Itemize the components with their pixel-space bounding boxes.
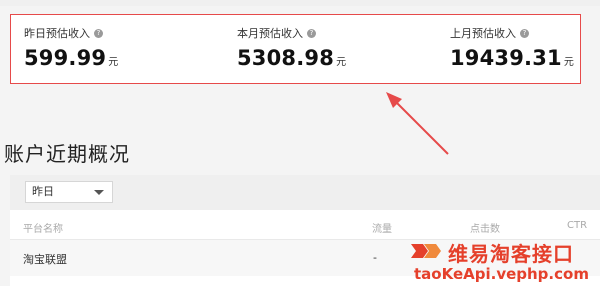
stat-label: 本月预估收入: [237, 27, 303, 40]
brand-logo-icon: [411, 244, 441, 258]
stat-label: 上月预估收入: [450, 27, 516, 40]
header-clicks: 点击数: [470, 224, 500, 235]
watermark: 维易淘客接口 taoKeApi.vephp.com: [404, 236, 594, 284]
section-title: 账户近期概况: [4, 142, 130, 166]
cell-platform: 淘宝联盟: [23, 253, 67, 266]
header-traffic: 流量: [372, 224, 392, 235]
date-range-value: 昨日: [32, 185, 54, 198]
help-icon[interactable]: ?: [94, 28, 103, 38]
top-strip: [0, 0, 600, 6]
chevron-down-icon: [94, 190, 104, 195]
filter-bar: 昨日: [10, 175, 600, 210]
cell-traffic: -: [373, 251, 377, 264]
stat-unit: 元: [563, 57, 574, 68]
stat-value: 19439.31: [450, 46, 562, 70]
help-icon[interactable]: ?: [307, 28, 316, 38]
stat-unit: 元: [336, 57, 347, 68]
stat-unit: 元: [108, 57, 119, 68]
watermark-title: 维易淘客接口: [448, 242, 574, 266]
watermark-url: taoKeApi.vephp.com: [414, 265, 589, 283]
income-summary-box: 昨日预估收入 ? 599.99 元 本月预估收入 ? 5308.98 元 上月预估收…: [10, 14, 581, 84]
help-icon[interactable]: ?: [520, 28, 529, 38]
stat-label: 昨日预估收入: [24, 27, 90, 40]
stat-this-month: 本月预估收入 ? 5308.98 元: [237, 25, 346, 70]
header-ctr: CTR: [567, 220, 588, 231]
stat-value: 599.99: [24, 46, 107, 70]
date-range-select[interactable]: 昨日: [25, 181, 113, 203]
stat-last-month: 上月预估收入 ? 19439.31 元: [450, 25, 574, 70]
header-platform: 平台名称: [23, 224, 63, 235]
stat-yesterday: 昨日预估收入 ? 599.99 元: [24, 25, 118, 70]
stat-value: 5308.98: [237, 46, 335, 70]
